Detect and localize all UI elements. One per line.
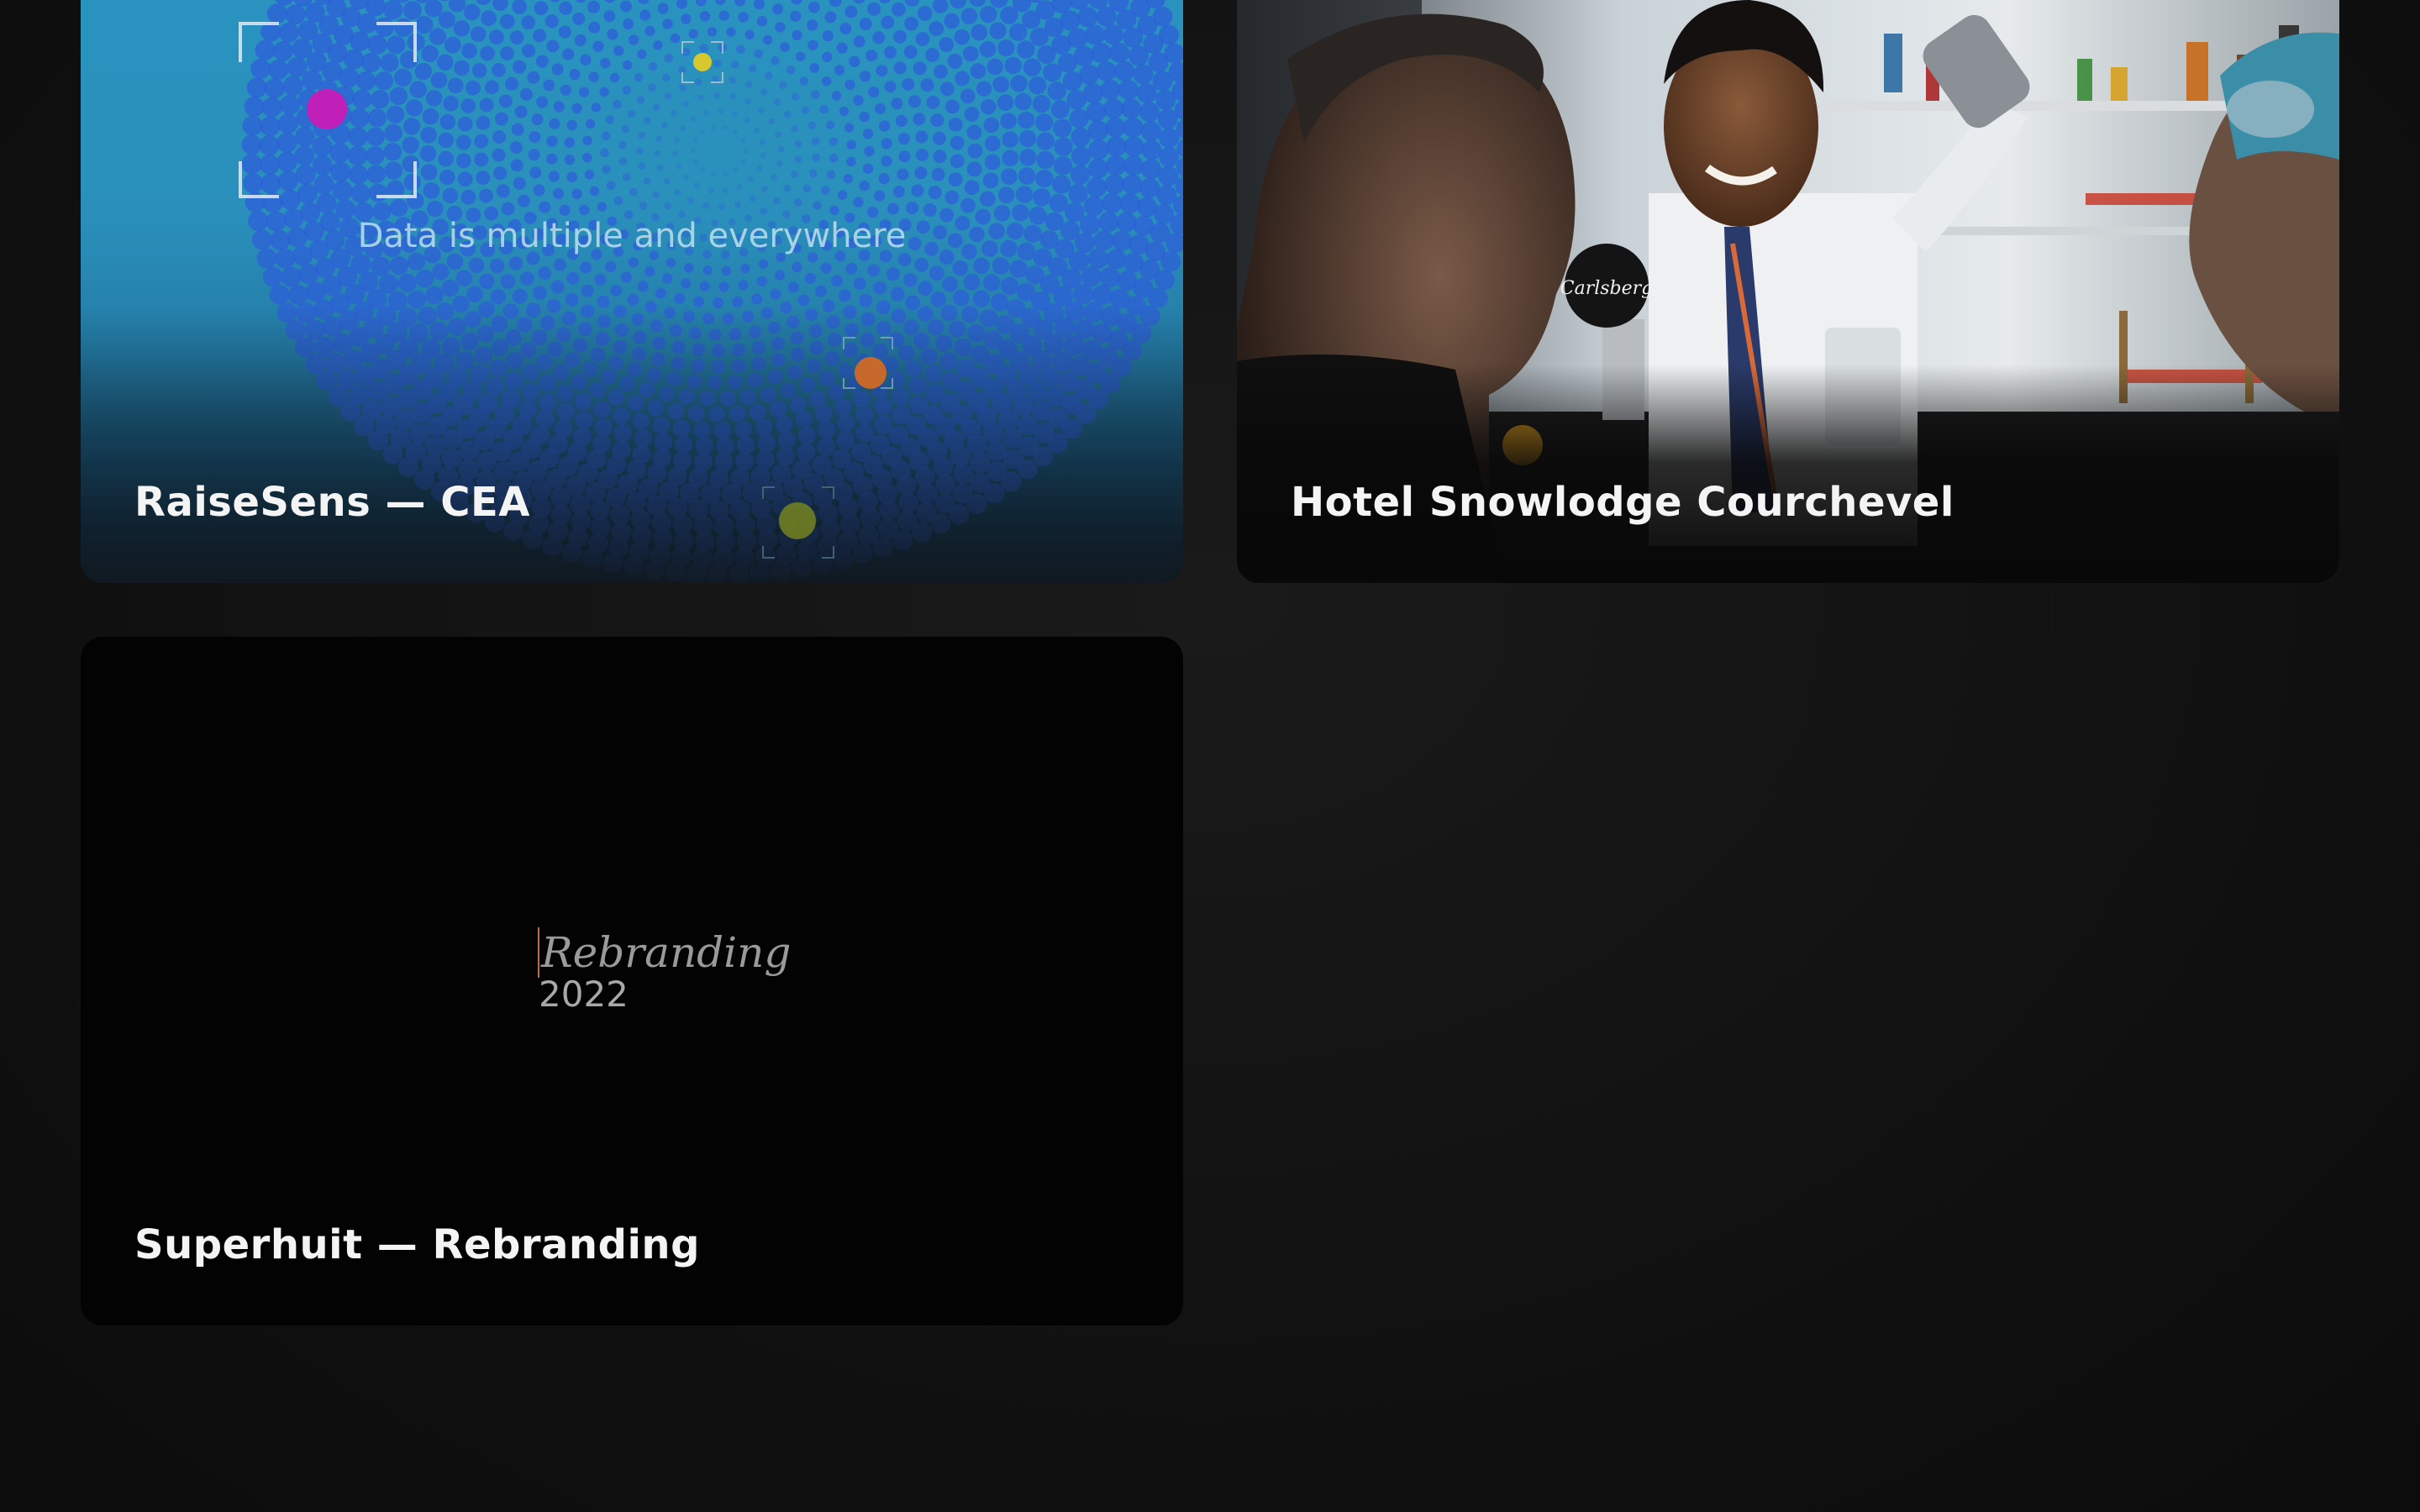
project-title[interactable]: Superhuit — Rebranding [134,1221,700,1268]
magenta-dot [307,89,347,129]
carlsberg-sign: Carlsberg [1560,278,1654,299]
raisesens-tagline: Data is multiple and everywhere [357,217,907,255]
project-title[interactable]: RaiseSens — CEA [134,479,530,526]
project-card-raisesens[interactable]: Data is multiple and everywhere RaiseSen… [81,0,1183,583]
project-title[interactable]: Hotel Snowlodge Courchevel [1291,479,1954,526]
yellow-dot [693,53,712,71]
rebranding-word: Rebranding [538,927,791,978]
project-card-hotel-snowlodge[interactable]: Carlsberg Hotel Snowlodge Courchevel [1237,0,2339,583]
card-gradient-overlay [1237,365,2339,583]
rebranding-year: 2022 [539,974,629,1015]
project-card-superhuit[interactable]: Rebranding 2022 Superhuit — Rebranding [81,637,1183,1326]
orange-dot [855,357,886,389]
olive-dot [779,502,816,539]
